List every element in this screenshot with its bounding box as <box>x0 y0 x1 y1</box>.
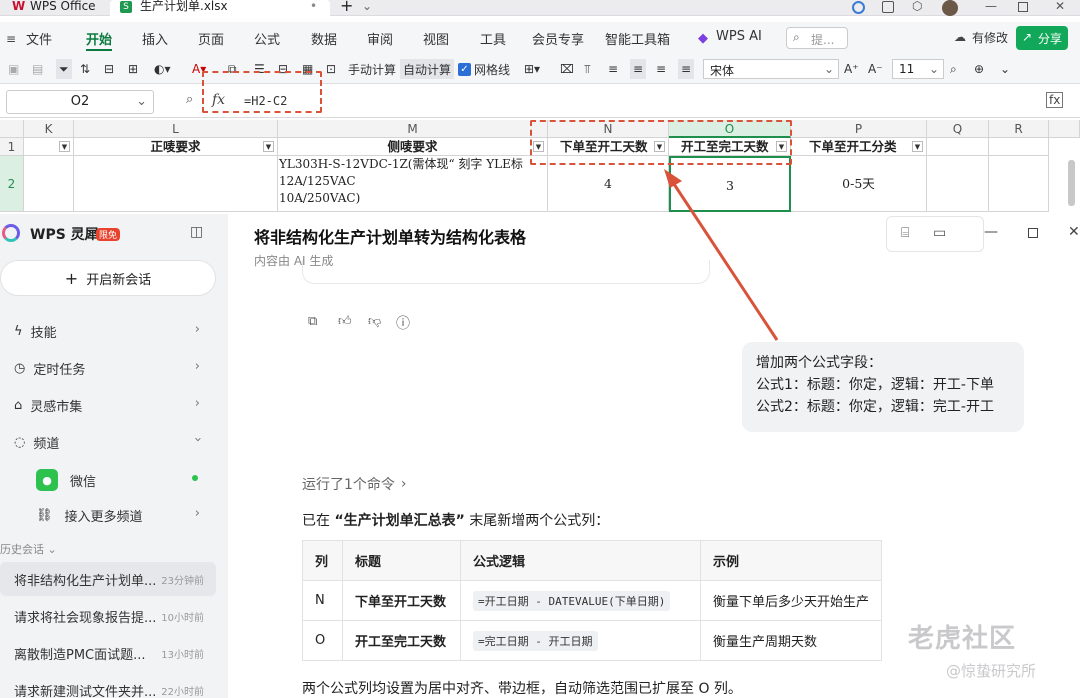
app-root: W WPS Office S 生产计划单.xlsx • + ⌄ ⬡ — ✕ ≡ … <box>0 0 1080 698</box>
arrow-line <box>668 177 779 341</box>
arrow-head <box>664 169 682 188</box>
annotation-arrow <box>664 169 779 341</box>
